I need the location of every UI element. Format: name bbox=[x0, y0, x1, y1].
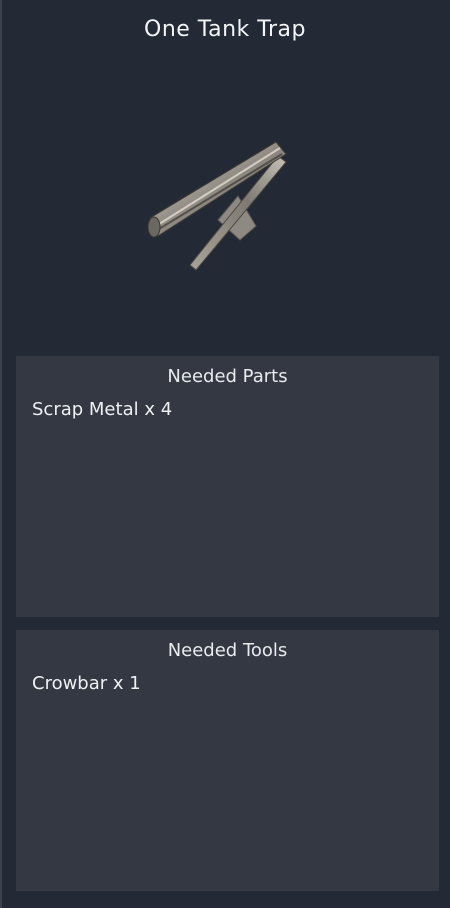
recipe-title: One Tank Trap bbox=[144, 17, 306, 42]
needed-parts-heading: Needed Parts bbox=[167, 366, 288, 387]
tank-trap-icon bbox=[140, 132, 300, 282]
part-item-scrap-metal: Scrap Metal x 4 bbox=[32, 399, 173, 420]
tool-item-crowbar: Crowbar x 1 bbox=[32, 673, 141, 694]
window-left-border bbox=[0, 0, 2, 908]
needed-parts-panel: Needed Parts Scrap Metal x 4 bbox=[16, 356, 439, 617]
needed-tools-heading: Needed Tools bbox=[167, 640, 288, 661]
needed-tools-panel: Needed Tools Crowbar x 1 bbox=[16, 630, 439, 891]
